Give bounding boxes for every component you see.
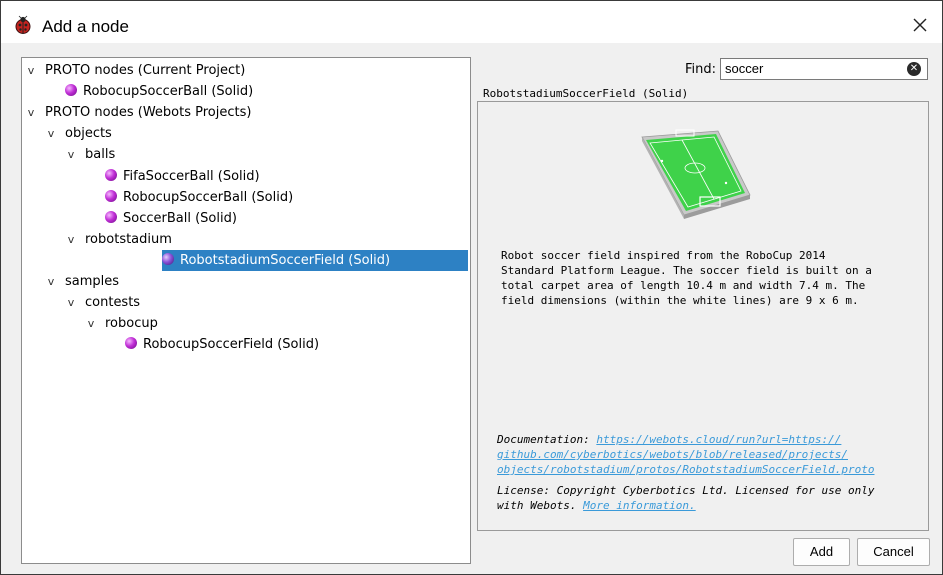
chevron-down-icon[interactable]: v (85, 313, 97, 334)
purple-sphere-icon (65, 84, 77, 97)
tree-group-item[interactable]: v robocup (85, 313, 158, 334)
add-node-dialog: Add a node v PROTO nodes (Current Project… (0, 0, 943, 575)
license-line-1: License: Copyright Cyberbotics Ltd. Lice… (497, 484, 875, 497)
chevron-down-icon[interactable]: v (45, 271, 57, 292)
tree-item-label: PROTO nodes (Current Project) (45, 63, 246, 78)
tree-item-label: balls (85, 147, 116, 163)
title-bar: Add a node (1, 1, 942, 43)
tree-item-label: robotstadium (85, 231, 172, 247)
documentation-block: Documentation: https://webots.cloud/run?… (497, 432, 917, 477)
chevron-down-icon[interactable]: v (25, 102, 37, 123)
find-field[interactable]: ✕ (720, 58, 928, 80)
tree-node-item[interactable]: RobocupSoccerField (Solid) (105, 334, 319, 355)
node-info-panel: Robot soccer field inspired from the Rob… (477, 101, 929, 531)
soccer-field-preview-image (641, 129, 751, 219)
documentation-label: Documentation: (497, 433, 597, 446)
add-button[interactable]: Add (793, 538, 850, 566)
chevron-down-icon[interactable]: v (65, 229, 77, 250)
tree-node-item[interactable]: SoccerBall (Solid) (85, 208, 237, 229)
find-input[interactable] (725, 60, 900, 77)
close-icon[interactable] (910, 15, 930, 35)
node-info-header: RobotstadiumSoccerField (Solid) (483, 87, 689, 100)
node-tree[interactable]: v PROTO nodes (Current Project) RobocupSoc… (21, 57, 471, 564)
license-line-2: with Webots. (497, 499, 584, 512)
tree-node-item[interactable]: RobotstadiumSoccerField (Solid) (162, 249, 468, 271)
purple-sphere-icon (105, 210, 117, 223)
tree-node-item[interactable]: RobocupSoccerBall (Solid) (45, 81, 253, 102)
tree-item-label: PROTO nodes (Webots Projects) (45, 105, 252, 121)
tree-item-label: samples (65, 274, 120, 289)
tree-item-label: robocup (105, 316, 158, 332)
clear-search-icon[interactable]: ✕ (907, 62, 921, 76)
license-block: License: Copyright Cyberbotics Ltd. Lice… (497, 483, 917, 513)
tree-item-label: RobotstadiumSoccerField (Solid) (180, 252, 391, 268)
cancel-button[interactable]: Cancel (857, 538, 930, 566)
purple-sphere-icon (105, 189, 117, 202)
documentation-link-line-2[interactable]: github.com/cyberbotics/webots/blob/relea… (497, 448, 848, 461)
tree-group-item[interactable]: v objects (45, 123, 112, 144)
tree-group-item[interactable]: v PROTO nodes (Webots Projects) (25, 102, 252, 123)
tree-node-item[interactable]: RobocupSoccerBall (Solid) (85, 187, 293, 208)
tree-group-item[interactable]: v robotstadium (65, 229, 172, 250)
tree-node-item[interactable]: FifaSoccerBall (Solid) (85, 166, 260, 187)
tree-item-label: SoccerBall (Solid) (123, 210, 237, 226)
documentation-link-line-1[interactable]: https://webots.cloud/run?url=https:// (596, 433, 841, 446)
chevron-down-icon[interactable]: v (25, 60, 37, 81)
purple-sphere-icon (162, 252, 174, 265)
tree-item-label: objects (65, 126, 112, 142)
window-title: Add a node (42, 17, 129, 36)
chevron-down-icon[interactable]: v (65, 292, 77, 313)
more-information-link[interactable]: More information. (583, 499, 696, 512)
tree-item-label: FifaSoccerBall (Solid) (123, 168, 260, 184)
tree-item-label: contests (85, 295, 141, 311)
tree-item-label: RobocupSoccerField (Solid) (143, 337, 320, 353)
tree-group-item[interactable]: v balls (65, 144, 115, 165)
purple-sphere-icon (105, 168, 117, 181)
find-label: Find: (685, 62, 717, 77)
tree-item-label: RobocupSoccerBall (Solid) (123, 189, 294, 205)
chevron-down-icon[interactable]: v (65, 144, 77, 165)
tree-group-item[interactable]: v contests (65, 292, 140, 313)
tree-item-label: RobocupSoccerBall (Solid) (83, 84, 254, 100)
documentation-link-line-3[interactable]: objects/robotstadium/protos/Robotstadium… (497, 463, 875, 476)
chevron-down-icon[interactable]: v (45, 123, 57, 144)
purple-sphere-icon (125, 337, 137, 350)
tree-group-item[interactable]: v samples (45, 271, 119, 292)
node-description: Robot soccer field inspired from the Rob… (501, 249, 872, 307)
tree-group-item[interactable]: v PROTO nodes (Current Project) (25, 60, 246, 81)
ladybug-icon (15, 15, 31, 34)
